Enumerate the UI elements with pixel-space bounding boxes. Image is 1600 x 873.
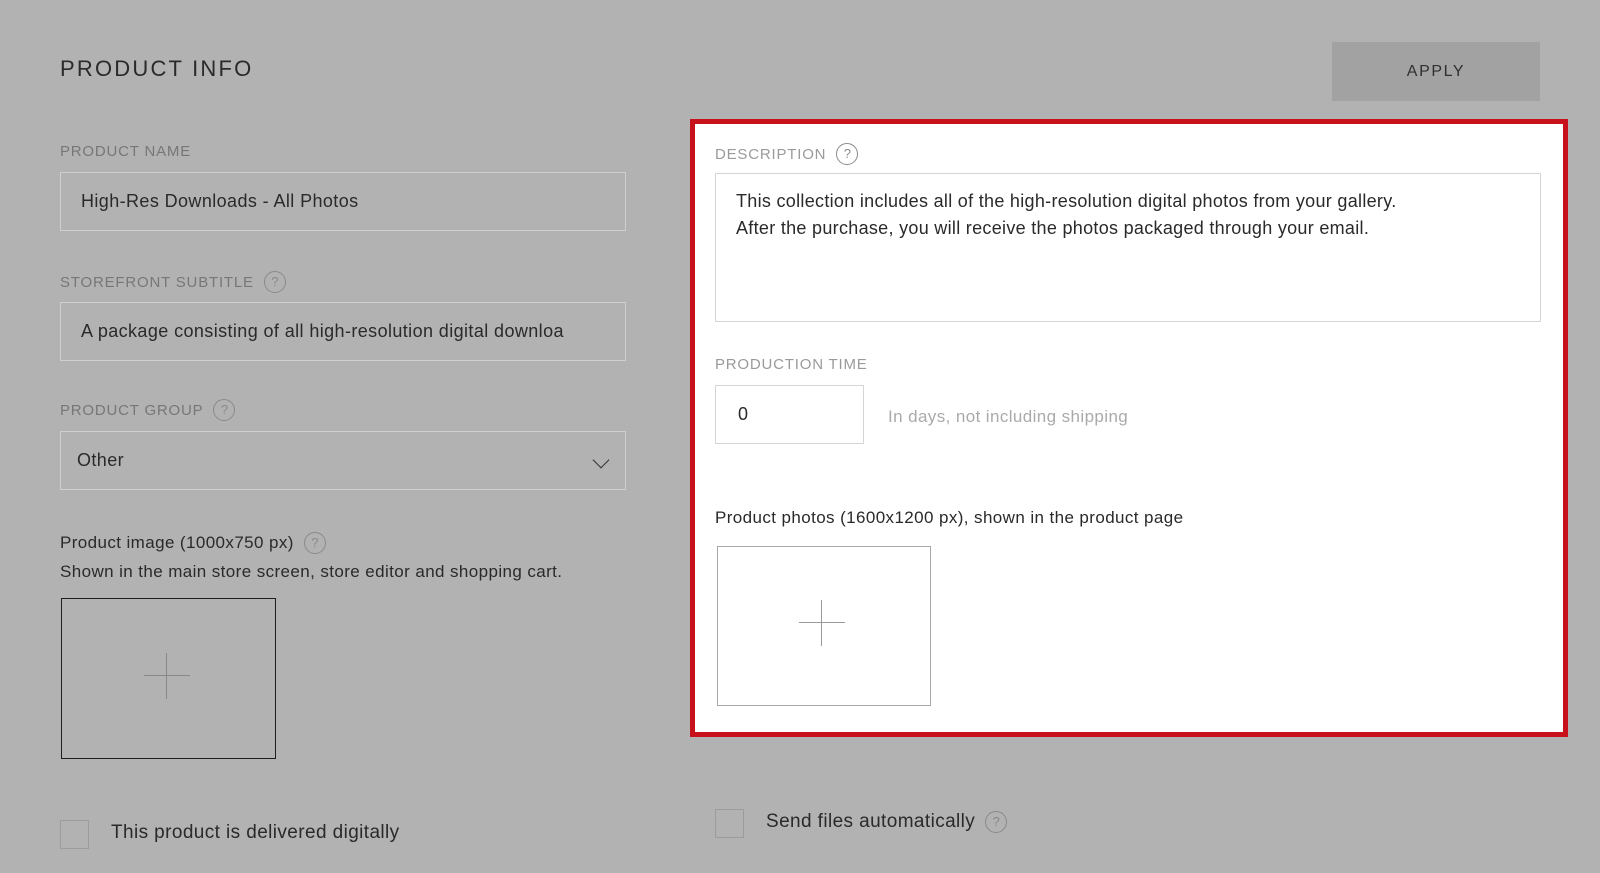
product-image-caption: Shown in the main store screen, store ed… xyxy=(60,562,563,581)
production-time-hint: In days, not including shipping xyxy=(888,407,1129,426)
product-image-upload[interactable] xyxy=(61,598,276,759)
storefront-subtitle-label-text: STOREFRONT SUBTITLE xyxy=(60,273,254,291)
product-group-label-text: PRODUCT GROUP xyxy=(60,401,204,419)
help-icon[interactable]: ? xyxy=(263,271,286,293)
storefront-subtitle-label: STOREFRONT SUBTITLE ? xyxy=(60,271,286,293)
description-textarea[interactable]: This collection includes all of the high… xyxy=(715,173,1541,322)
page-title: PRODUCT INFO xyxy=(60,56,254,81)
apply-button[interactable]: APPLY xyxy=(1332,42,1540,101)
production-time-label-text: PRODUCTION TIME xyxy=(715,356,868,373)
product-name-label-text: PRODUCT NAME xyxy=(60,143,191,160)
production-time-input[interactable]: 0 xyxy=(715,385,864,444)
storefront-subtitle-value: A package consisting of all high-resolut… xyxy=(81,321,564,341)
help-icon[interactable]: ? xyxy=(303,532,326,554)
product-photos-label: Product photos (1600x1200 px), shown in … xyxy=(715,508,1184,527)
description-label: DESCRIPTION ? xyxy=(715,143,859,165)
send-files-checkbox[interactable] xyxy=(715,809,744,838)
plus-icon xyxy=(144,675,190,676)
product-name-input[interactable]: High-Res Downloads - All Photos xyxy=(60,172,626,231)
description-line: After the purchase, you will receive the… xyxy=(736,218,1370,238)
delivered-digitally-checkbox[interactable] xyxy=(60,820,89,849)
help-icon[interactable]: ? xyxy=(836,143,859,165)
send-files-label: Send files automatically ? xyxy=(766,811,1008,833)
chevron-down-icon xyxy=(592,451,610,469)
plus-icon-stroke xyxy=(821,600,822,646)
help-icon[interactable]: ? xyxy=(985,811,1008,833)
storefront-subtitle-input[interactable]: A package consisting of all high-resolut… xyxy=(60,302,626,361)
product-image-title: Product image (1000x750 px) ? xyxy=(60,532,326,554)
delivered-digitally-label: This product is delivered digitally xyxy=(111,822,400,843)
product-info-page: PRODUCT INFO APPLY PRODUCT NAME High-Res… xyxy=(0,0,1600,873)
help-icon[interactable]: ? xyxy=(213,399,236,421)
plus-icon xyxy=(799,622,845,623)
product-group-select[interactable]: Other xyxy=(60,431,626,490)
production-time-label: PRODUCTION TIME xyxy=(715,356,868,373)
production-time-value: 0 xyxy=(738,404,749,424)
description-line: This collection includes all of the high… xyxy=(736,191,1397,211)
product-group-value: Other xyxy=(77,450,125,470)
product-name-value: High-Res Downloads - All Photos xyxy=(81,191,359,211)
product-image-title-text: Product image (1000x750 px) xyxy=(60,533,294,552)
product-name-label: PRODUCT NAME xyxy=(60,143,191,160)
product-group-label: PRODUCT GROUP ? xyxy=(60,399,236,421)
send-files-label-text: Send files automatically xyxy=(766,811,976,832)
description-label-text: DESCRIPTION xyxy=(715,145,827,163)
plus-icon-stroke xyxy=(166,653,167,699)
product-photos-upload[interactable] xyxy=(717,546,931,706)
